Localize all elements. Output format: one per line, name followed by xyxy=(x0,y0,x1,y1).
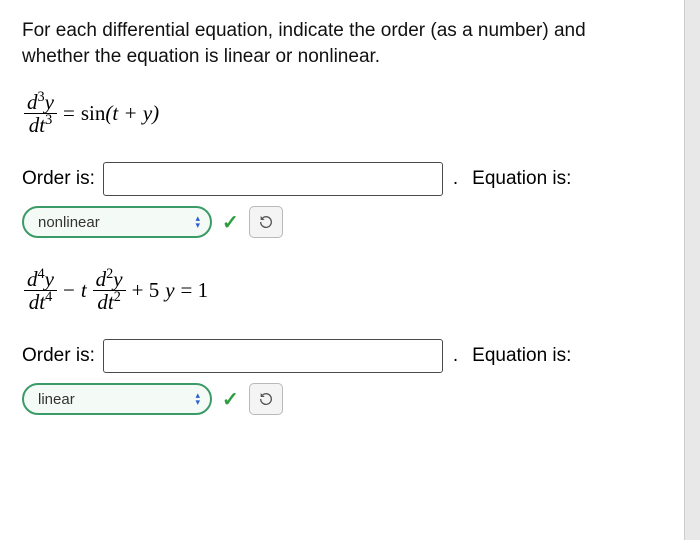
order-label: Order is: xyxy=(22,345,95,367)
select-stepper-icon: ▴ ▾ xyxy=(195,392,200,406)
q1-order-row: Order is: . Equation is: xyxy=(22,162,658,196)
q1-select-row: nonlinear ▴ ▾ ✓ xyxy=(22,206,658,238)
q2-select-row: linear ▴ ▾ ✓ xyxy=(22,383,658,415)
q1-retry-button[interactable] xyxy=(249,206,283,238)
question-content: For each differential equation, indicate… xyxy=(0,0,680,441)
check-icon: ✓ xyxy=(222,210,239,235)
q1-order-input[interactable] xyxy=(103,162,443,196)
retry-icon xyxy=(258,214,274,230)
q2-retry-button[interactable] xyxy=(249,383,283,415)
equation-2: d4y dt4 − t d2y dt2 + 5y = 1 xyxy=(24,268,656,313)
period: . xyxy=(453,168,458,190)
q2-select-value: linear xyxy=(38,391,75,408)
period: . xyxy=(453,345,458,367)
check-icon: ✓ xyxy=(222,387,239,412)
q1-linearity-select[interactable]: nonlinear ▴ ▾ xyxy=(22,206,212,238)
order-label: Order is: xyxy=(22,168,95,190)
scrollbar-track[interactable] xyxy=(684,0,700,540)
equation-is-label: Equation is: xyxy=(472,168,571,190)
equation-is-label: Equation is: xyxy=(472,345,571,367)
equation-1: d3y dt3 = sin(t + y) xyxy=(24,91,656,136)
q2-linearity-select[interactable]: linear ▴ ▾ xyxy=(22,383,212,415)
q1-select-value: nonlinear xyxy=(38,214,100,231)
q2-order-input[interactable] xyxy=(103,339,443,373)
prompt-text: For each differential equation, indicate… xyxy=(22,18,658,69)
select-stepper-icon: ▴ ▾ xyxy=(195,215,200,229)
retry-icon xyxy=(258,391,274,407)
q2-order-row: Order is: . Equation is: xyxy=(22,339,658,373)
